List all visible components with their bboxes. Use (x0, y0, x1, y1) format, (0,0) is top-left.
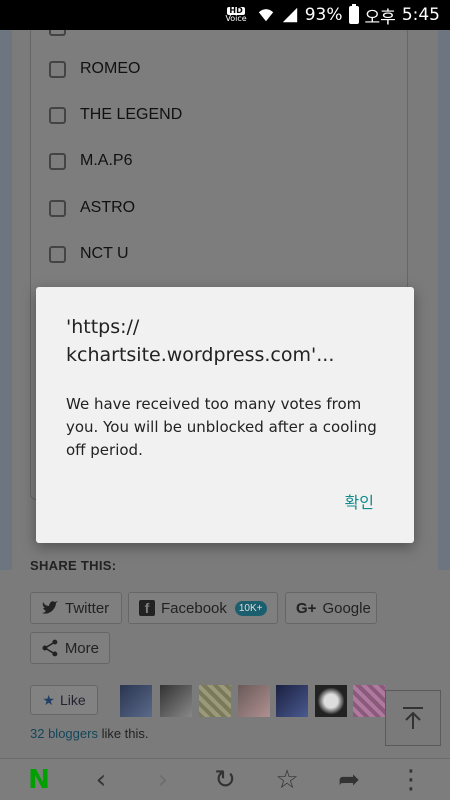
arrow-up-icon (403, 707, 423, 729)
poll-option[interactable]: THE LEGEND (49, 106, 182, 124)
poll-option[interactable]: ROMEO (49, 60, 140, 78)
star-icon: ★ (42, 691, 55, 708)
clock: 5:45 (401, 5, 440, 25)
facebook-count-badge: 10K+ (234, 600, 267, 616)
poll-option-label: ROMEO (80, 60, 141, 77)
ampm-label: 오후 (364, 7, 396, 28)
facebook-icon: f (139, 600, 155, 616)
share-nodes-icon (42, 639, 58, 657)
share-icon[interactable]: ➦ (329, 765, 369, 795)
ok-button[interactable]: 확인 (345, 489, 374, 513)
scroll-to-top-button[interactable] (385, 690, 441, 746)
more-label: More (64, 639, 99, 657)
blogger-avatar[interactable] (353, 685, 385, 717)
blogger-avatar[interactable] (199, 685, 231, 717)
share-more-button[interactable]: More (30, 632, 110, 664)
forward-icon[interactable]: › (143, 765, 183, 795)
hd-voice-icon: HD Voice (225, 6, 247, 23)
page-sidebar-left (0, 30, 12, 570)
back-icon[interactable]: ‹ (81, 765, 121, 795)
checkbox[interactable] (49, 152, 66, 170)
page-sidebar-right (438, 30, 450, 570)
battery-percent: 93% (304, 5, 343, 25)
twitter-label: Twitter (65, 599, 110, 617)
blogger-avatar[interactable] (120, 685, 152, 717)
bloggers-link[interactable]: 32 bloggers (30, 726, 98, 741)
poll-option[interactable]: NCT U (49, 245, 129, 263)
blogger-avatar[interactable] (160, 685, 192, 717)
poll-option-label: NCT U (80, 245, 129, 262)
blogger-avatar[interactable] (276, 685, 308, 717)
dialog-title: 'https:// kchartsite.wordpress.com'... (66, 316, 335, 366)
poll-option[interactable]: ASTRO (49, 199, 135, 217)
checkbox[interactable] (49, 199, 66, 217)
google-label: Google (322, 599, 371, 617)
alert-dialog: 'https:// kchartsite.wordpress.com'... W… (36, 287, 414, 543)
dialog-message: We have received too many votes from you… (66, 395, 377, 459)
menu-icon[interactable]: ⋮ (391, 765, 431, 795)
poll-option-label: M.A.P6 (80, 152, 133, 169)
share-title: SHARE THIS: (30, 558, 117, 573)
bookmark-star-icon[interactable]: ☆ (267, 765, 307, 795)
status-bar: HD Voice 93% 오후 5:45 (0, 0, 450, 30)
poll-option-label: THE LEGEND (80, 106, 183, 123)
checkbox[interactable] (49, 30, 66, 36)
like-button[interactable]: ★ Like (30, 685, 98, 715)
like-label: Like (59, 692, 86, 708)
twitter-icon (42, 601, 58, 614)
checkbox[interactable] (49, 60, 66, 78)
poll-option-label: ASTRO (80, 199, 136, 216)
checkbox[interactable] (49, 245, 66, 263)
share-google-button[interactable]: G+ Google (285, 592, 377, 624)
naver-icon[interactable]: N (19, 765, 59, 795)
poll-option[interactable]: M.A.P6 (49, 152, 132, 170)
wifi-icon (258, 9, 273, 22)
battery-icon (348, 4, 359, 24)
browser-bottom-bar: N ‹ › ↻ ☆ ➦ ⋮ (0, 758, 450, 800)
checkbox[interactable] (49, 106, 66, 124)
bloggers-like-text: 32 bloggers like this. (30, 726, 149, 741)
blogger-avatar[interactable] (238, 685, 270, 717)
facebook-label: Facebook (161, 599, 227, 617)
google-plus-icon: G+ (296, 599, 317, 617)
signal-icon (282, 7, 297, 23)
reload-icon[interactable]: ↻ (205, 765, 245, 795)
blogger-avatar[interactable] (315, 685, 347, 717)
share-facebook-button[interactable]: f Facebook 10K+ (128, 592, 278, 624)
poll-option-partial[interactable] (49, 30, 66, 36)
share-twitter-button[interactable]: Twitter (30, 592, 122, 624)
